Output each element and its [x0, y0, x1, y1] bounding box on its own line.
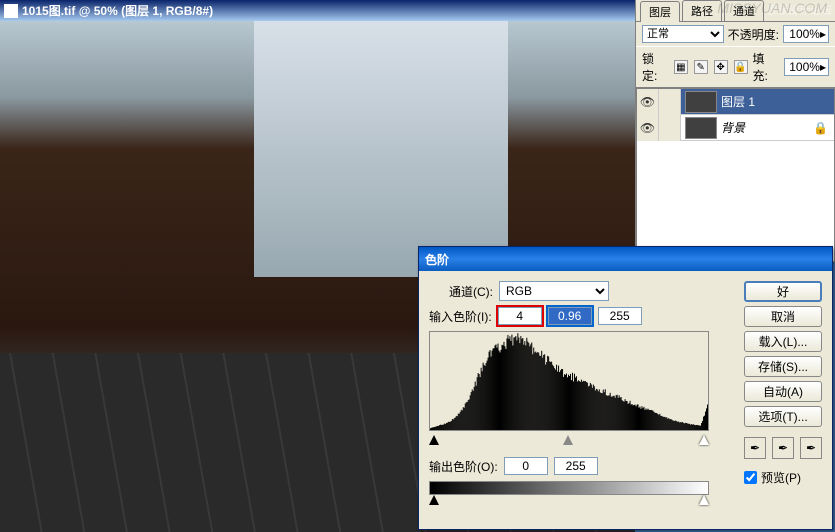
channel-select[interactable]: RGB [499, 281, 609, 301]
lock-label: 锁定: [642, 50, 669, 84]
cancel-button[interactable]: 取消 [744, 306, 822, 327]
fill-label: 填充: [753, 50, 780, 84]
lock-icon: 🔒 [813, 121, 828, 135]
visibility-icon[interactable]: 👁 [637, 89, 659, 115]
lock-transparent-icon[interactable]: ▦ [674, 60, 688, 74]
preview-row: 预览(P) [744, 469, 822, 486]
lock-brush-icon[interactable]: ✎ [694, 60, 708, 74]
ok-button[interactable]: 好 [744, 281, 822, 302]
layer-item-bg[interactable]: 👁 背景 🔒 [637, 115, 834, 141]
channel-label: 通道(C): [449, 283, 493, 300]
lock-move-icon[interactable]: ✥ [714, 60, 728, 74]
eyedropper-group: ✒ ✒ ✒ [744, 437, 822, 459]
layer-name: 图层 1 [721, 93, 755, 110]
save-button[interactable]: 存储(S)... [744, 356, 822, 377]
output-white-slider[interactable] [699, 495, 709, 505]
output-black-slider[interactable] [429, 495, 439, 505]
lock-row: 锁定: ▦ ✎ ✥ 🔒 填充: 100%▸ [636, 46, 835, 88]
doc-icon [4, 4, 18, 18]
output-levels-label: 输出色阶(O): [429, 458, 498, 475]
link-cell[interactable] [659, 89, 681, 115]
layer-empty-area[interactable] [637, 141, 834, 261]
preview-label: 预览(P) [761, 469, 801, 486]
layers-panel: 思缘设计论坛 MISSYUAN.COM 图层 路径 通道 正常 不透明度: 10… [635, 0, 835, 262]
document-title: 1015图.tif @ 50% (图层 1, RGB/8#) [22, 2, 213, 19]
tab-layers[interactable]: 图层 [640, 1, 680, 22]
link-cell[interactable] [659, 115, 681, 141]
output-gradient [429, 481, 709, 495]
options-button[interactable]: 选项(T)... [744, 406, 822, 427]
layer-list: 👁 图层 1 👁 背景 🔒 [636, 88, 835, 262]
input-white-field[interactable] [598, 307, 642, 325]
eyedropper-white-icon[interactable]: ✒ [800, 437, 822, 459]
levels-dialog: 色阶 通道(C): RGB 输入色阶(I): [418, 246, 833, 530]
visibility-icon[interactable]: 👁 [637, 115, 659, 141]
input-levels-label: 输入色阶(I): [429, 308, 492, 325]
layer-item-1[interactable]: 👁 图层 1 [637, 89, 834, 115]
layer-name: 背景 [721, 119, 745, 136]
preview-checkbox[interactable] [744, 471, 757, 484]
load-button[interactable]: 载入(L)... [744, 331, 822, 352]
opacity-label: 不透明度: [728, 26, 779, 43]
output-slider[interactable] [429, 495, 709, 507]
tab-paths[interactable]: 路径 [682, 0, 722, 21]
auto-button[interactable]: 自动(A) [744, 381, 822, 402]
tab-channels[interactable]: 通道 [724, 0, 764, 21]
lock-all-icon[interactable]: 🔒 [734, 60, 748, 74]
histogram [429, 331, 709, 431]
histogram-chart [430, 332, 708, 430]
gamma-slider[interactable] [563, 435, 573, 445]
white-point-slider[interactable] [699, 435, 709, 445]
dialog-title: 色阶 [425, 251, 449, 268]
input-slider[interactable] [429, 435, 709, 447]
blend-mode-select[interactable]: 正常 [642, 25, 724, 43]
panel-tabs: 图层 路径 通道 [636, 0, 835, 22]
layer-thumbnail [685, 117, 717, 139]
layer-thumbnail [685, 91, 717, 113]
input-black-field[interactable] [498, 307, 542, 325]
black-point-slider[interactable] [429, 435, 439, 445]
output-black-field[interactable] [504, 457, 548, 475]
output-white-field[interactable] [554, 457, 598, 475]
eyedropper-black-icon[interactable]: ✒ [744, 437, 766, 459]
eyedropper-gray-icon[interactable]: ✒ [772, 437, 794, 459]
opacity-value[interactable]: 100%▸ [783, 25, 829, 43]
fill-value[interactable]: 100%▸ [784, 58, 829, 76]
dialog-titlebar[interactable]: 色阶 [419, 247, 832, 271]
input-gamma-field[interactable] [548, 307, 592, 325]
blend-row: 正常 不透明度: 100%▸ [636, 22, 835, 46]
